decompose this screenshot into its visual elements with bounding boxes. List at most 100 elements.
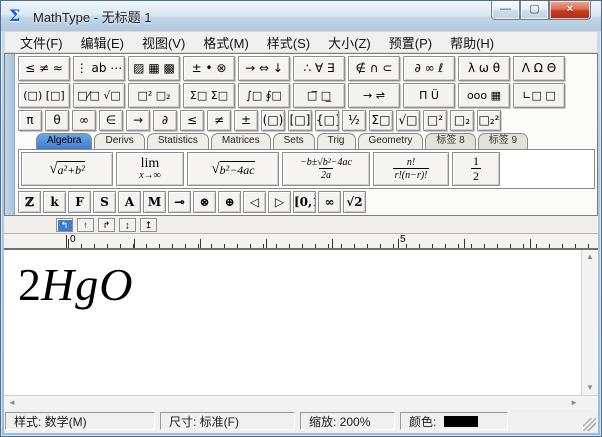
menu-item[interactable]: 样式(S): [258, 31, 319, 54]
scroll-down-icon[interactable]: ▼: [586, 383, 594, 393]
tabstop-button[interactable]: ↰: [56, 218, 73, 232]
palette-button[interactable]: ∂ ∞ ℓ: [403, 56, 455, 81]
palette-tab[interactable]: Trig: [317, 133, 356, 149]
palette-button[interactable]: ooo ▦: [458, 83, 510, 108]
tabstop-button[interactable]: ↨: [119, 218, 136, 232]
small-bar-button[interactable]: {□}: [315, 110, 339, 131]
palette-tab[interactable]: Derivs: [94, 133, 144, 149]
template-palette-row-2: (□) [□]□⁄□ √□□² □₂Σ□ Σ□∫□ ∮□□̅ □̲→ ⇌Π̈ Ü…: [18, 83, 595, 108]
small-bar-button[interactable]: □²: [423, 110, 447, 131]
symbol-button[interactable]: k: [43, 191, 66, 213]
small-bar-button[interactable]: ≤: [180, 110, 204, 131]
small-bar-button[interactable]: (□): [261, 110, 285, 131]
small-bar-button[interactable]: ∞: [72, 110, 96, 131]
palette-button[interactable]: ∟□ □: [513, 83, 565, 108]
small-bar-button[interactable]: →: [126, 110, 150, 131]
small-bar-button[interactable]: ∈: [99, 110, 123, 131]
equation-editing-area[interactable]: 2HgO: [4, 250, 581, 395]
symbol-button[interactable]: √2: [343, 191, 366, 213]
symbol-button[interactable]: ⊗: [193, 191, 216, 213]
horizontal-scrollbar[interactable]: ◄ ►: [4, 395, 598, 409]
ruler[interactable]: 0 5: [4, 234, 598, 250]
palette-button[interactable]: □⁄□ √□: [73, 83, 125, 108]
close-button[interactable]: ×: [549, 1, 591, 20]
small-bar-button[interactable]: θ: [45, 110, 69, 131]
palette-button[interactable]: ⋮ ab ⋯: [73, 56, 125, 81]
palette-button[interactable]: (□) [□]: [18, 83, 70, 108]
template-one-half[interactable]: 12: [452, 152, 500, 186]
small-bar-button[interactable]: [□]: [288, 110, 312, 131]
menu-item[interactable]: 视图(V): [133, 31, 194, 54]
limit-subscript: x→∞: [139, 171, 161, 181]
palette-tab[interactable]: Sets: [273, 133, 315, 149]
ruler-origin-mark: [66, 235, 67, 248]
small-bar-button[interactable]: ∂: [153, 110, 177, 131]
small-bar-button[interactable]: √□: [396, 110, 420, 131]
toolbar-grip-handle[interactable]: [5, 54, 15, 215]
tabstop-button[interactable]: ↥: [140, 218, 157, 232]
symbol-button[interactable]: ⊕: [218, 191, 241, 213]
palette-tab[interactable]: Geometry: [358, 133, 424, 149]
palette-button[interactable]: Π̈ Ü: [403, 83, 455, 108]
palette-button[interactable]: □² □₂: [128, 83, 180, 108]
palette-tab[interactable]: Algebra: [36, 133, 92, 149]
limit-text: lim: [141, 157, 160, 171]
menu-item[interactable]: 帮助(H): [441, 31, 503, 54]
palette-tab[interactable]: 标签 9: [478, 133, 528, 149]
menu-item[interactable]: 文件(F): [11, 31, 72, 54]
menu-item[interactable]: 格式(M): [194, 31, 258, 54]
palette-button[interactable]: → ⇌: [348, 83, 400, 108]
app-sigma-icon[interactable]: Σ: [9, 7, 29, 25]
palette-tab[interactable]: Statistics: [147, 133, 209, 149]
expression-template-row: √a²+b² limx→∞ √b²−4ac −b±√b²−4ac2a n!r!(…: [18, 149, 595, 189]
template-limit[interactable]: limx→∞: [116, 152, 184, 186]
maximize-button[interactable]: ▢: [520, 1, 549, 20]
palette-button[interactable]: Σ□ Σ□: [183, 83, 235, 108]
palette-button[interactable]: Λ Ω Θ: [513, 56, 565, 81]
small-bar-button[interactable]: Σ□: [369, 110, 393, 131]
palette-button[interactable]: ± • ⊗: [183, 56, 235, 81]
symbol-button[interactable]: F: [68, 191, 91, 213]
vertical-scrollbar[interactable]: ▲ ▼: [581, 250, 598, 395]
small-bar-button[interactable]: ±: [234, 110, 258, 131]
palette-button[interactable]: □̅ □̲: [293, 83, 345, 108]
symbol-button[interactable]: ∞: [318, 191, 341, 213]
symbol-button[interactable]: A: [118, 191, 141, 213]
scroll-left-icon[interactable]: ◄: [8, 398, 16, 408]
template-combination[interactable]: n!r!(n−r)!: [373, 152, 449, 186]
template-discriminant[interactable]: √b²−4ac: [187, 152, 279, 186]
menu-item[interactable]: 编辑(E): [72, 31, 133, 54]
template-sqrt-a2b2[interactable]: √a²+b²: [21, 152, 113, 186]
tabstop-button[interactable]: ↱: [98, 218, 115, 232]
menu-item[interactable]: 大小(Z): [319, 31, 380, 54]
symbol-button[interactable]: ▷: [268, 191, 291, 213]
symbol-button[interactable]: ℤ: [18, 191, 41, 213]
palette-button[interactable]: ∴ ∀ ∃: [293, 56, 345, 81]
minimize-button[interactable]: —: [491, 1, 520, 20]
palette-button[interactable]: λ ω θ: [458, 56, 510, 81]
symbol-button[interactable]: S: [93, 191, 116, 213]
fraction-denominator: 2a: [319, 168, 333, 181]
palette-tab[interactable]: 标签 8: [425, 133, 475, 149]
palette-tab[interactable]: Matrices: [211, 133, 271, 149]
scroll-up-icon[interactable]: ▲: [586, 252, 594, 262]
template-quadratic-formula[interactable]: −b±√b²−4ac2a: [282, 152, 370, 186]
palette-button[interactable]: → ⇔ ↓: [238, 56, 290, 81]
symbol-button[interactable]: M: [143, 191, 166, 213]
palette-button[interactable]: ∉ ∩ ⊂: [348, 56, 400, 81]
small-bar-button[interactable]: ½: [342, 110, 366, 131]
symbol-button[interactable]: ⊸: [168, 191, 191, 213]
symbol-button[interactable]: ◁: [243, 191, 266, 213]
small-bar-button[interactable]: □₂: [450, 110, 474, 131]
palette-button[interactable]: ▨ ▦ ▩: [128, 56, 180, 81]
tabstop-button[interactable]: ↑: [77, 218, 94, 232]
palette-button[interactable]: ≤ ≠ ≈: [18, 56, 70, 81]
symbol-button[interactable]: [0,1]: [293, 191, 316, 213]
palette-button[interactable]: ∫□ ∮□: [238, 83, 290, 108]
resize-grip[interactable]: [583, 418, 596, 431]
small-bar-button[interactable]: ≠: [207, 110, 231, 131]
menu-item[interactable]: 预置(P): [380, 31, 441, 54]
small-bar-button[interactable]: π: [18, 110, 42, 131]
small-bar-button[interactable]: □₂²: [477, 110, 501, 131]
scroll-right-icon[interactable]: ►: [570, 398, 578, 408]
